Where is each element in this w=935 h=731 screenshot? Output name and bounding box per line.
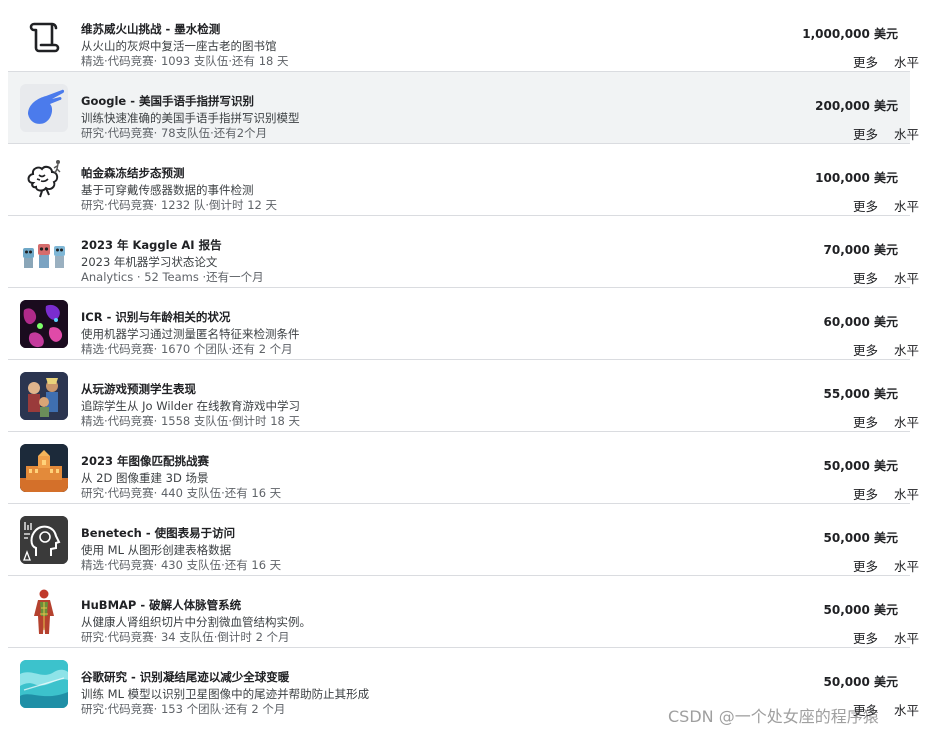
more-button[interactable]: 更多 <box>853 52 878 71</box>
competition-meta: 研究·代码竞赛· 34 支队伍·倒计时 2 个月 <box>81 630 290 644</box>
prize-amount: 50,000 美元 <box>823 459 899 473</box>
level-button[interactable]: 水平 <box>894 700 919 719</box>
cells-icon <box>20 300 68 348</box>
head-icon <box>20 516 68 564</box>
more-button[interactable]: 更多 <box>853 412 878 431</box>
more-button[interactable]: 更多 <box>853 196 878 215</box>
level-button[interactable]: 水平 <box>894 52 919 71</box>
level-button[interactable]: 水平 <box>894 196 919 215</box>
list-item[interactable]: 2023 年 Kaggle AI 报告 2023 年机器学习状态论文 Analy… <box>8 216 919 288</box>
level-button[interactable]: 水平 <box>894 556 919 575</box>
competition-title[interactable]: HuBMAP - 破解人体脉管系统 <box>81 597 241 613</box>
list-item[interactable]: 2023 年图像匹配挑战赛 从 2D 图像重建 3D 场景 研究·代码竞赛· 4… <box>8 432 919 504</box>
list-item[interactable]: Benetech - 使图表易于访问 使用 ML 从图形创建表格数据 精选·代码… <box>8 504 919 576</box>
competition-title[interactable]: 从玩游戏预测学生表现 <box>81 381 196 397</box>
competition-title[interactable]: 谷歌研究 - 识别凝结尾迹以减少全球变暖 <box>81 669 289 685</box>
level-button[interactable]: 水平 <box>894 412 919 431</box>
robots-icon <box>20 228 68 276</box>
level-button[interactable]: 水平 <box>894 268 919 287</box>
hand-icon <box>20 84 68 132</box>
competition-title[interactable]: 2023 年 Kaggle AI 报告 <box>81 237 222 253</box>
prize-amount: 60,000 美元 <box>823 315 899 329</box>
prize-amount: 70,000 美元 <box>823 243 899 257</box>
competition-meta: 研究·代码竞赛· 153 个团队·还有 2 个月 <box>81 702 286 716</box>
competition-meta: 精选·代码竞赛· 430 支队伍·还有 16 天 <box>81 558 282 572</box>
building-icon <box>20 444 68 492</box>
level-button[interactable]: 水平 <box>894 628 919 647</box>
list-item[interactable]: 维苏威火山挑战 - 墨水检测 从火山的灰烬中复活一座古老的图书馆 精选·代码竞赛… <box>8 0 919 72</box>
satellite-icon <box>20 660 68 708</box>
competition-meta: 精选·代码竞赛· 1093 支队伍·还有 18 天 <box>81 54 289 68</box>
prize-amount: 200,000 美元 <box>815 99 898 113</box>
competition-description: 使用 ML 从图形创建表格数据 <box>81 543 232 557</box>
level-button[interactable]: 水平 <box>894 340 919 359</box>
competition-description: 训练 ML 模型以识别卫星图像中的尾迹并帮助防止其形成 <box>81 687 370 701</box>
list-item[interactable]: ICR - 识别与年龄相关的状况 使用机器学习通过测量匿名特征来检测条件 精选·… <box>8 288 919 360</box>
competition-meta: 研究·代码竞赛· 78支队伍·还有2个月 <box>81 126 268 140</box>
competition-description: 从 2D 图像重建 3D 场景 <box>81 471 209 485</box>
list-item[interactable]: HuBMAP - 破解人体脉管系统 从健康人肾组织切片中分割微血管结构实例。 研… <box>8 576 919 648</box>
more-button[interactable]: 更多 <box>853 340 878 359</box>
list-item[interactable]: Google - 美国手语手指拼写识别 训练快速准确的美国手语手指拼写识别模型 … <box>8 72 919 144</box>
prize-amount: 50,000 美元 <box>823 675 899 689</box>
prize-amount: 1,000,000 美元 <box>802 27 898 41</box>
watermark: CSDN @一个处女座的程序猿 <box>668 707 879 726</box>
competition-meta: 研究·代码竞赛· 440 支队伍·还有 16 天 <box>81 486 282 500</box>
list-item[interactable]: 帕金森冻结步态预测 基于可穿戴传感器数据的事件检测 研究·代码竞赛· 1232 … <box>8 144 919 216</box>
more-button[interactable]: 更多 <box>853 556 878 575</box>
prize-amount: 50,000 美元 <box>823 603 899 617</box>
brain-icon <box>20 156 68 204</box>
more-button[interactable]: 更多 <box>853 124 878 143</box>
competition-description: 基于可穿戴传感器数据的事件检测 <box>81 183 254 197</box>
more-button[interactable]: 更多 <box>853 268 878 287</box>
competition-title[interactable]: ICR - 识别与年龄相关的状况 <box>81 309 230 325</box>
level-button[interactable]: 水平 <box>894 124 919 143</box>
competition-title[interactable]: Google - 美国手语手指拼写识别 <box>81 93 254 109</box>
competition-title[interactable]: 维苏威火山挑战 - 墨水检测 <box>81 21 220 37</box>
body-icon <box>20 588 68 636</box>
competition-list: 维苏威火山挑战 - 墨水检测 从火山的灰烬中复活一座古老的图书馆 精选·代码竞赛… <box>8 0 919 720</box>
level-button[interactable]: 水平 <box>894 484 919 503</box>
competition-description: 追踪学生从 Jo Wilder 在线教育游戏中学习 <box>81 399 301 413</box>
competition-meta: 精选·代码竞赛· 1558 支队伍·倒计时 18 天 <box>81 414 300 428</box>
competition-title[interactable]: 帕金森冻结步态预测 <box>81 165 185 181</box>
competition-title[interactable]: 2023 年图像匹配挑战赛 <box>81 453 209 469</box>
competition-description: 使用机器学习通过测量匿名特征来检测条件 <box>81 327 300 341</box>
competition-description: 从火山的灰烬中复活一座古老的图书馆 <box>81 39 277 53</box>
list-item[interactable]: 从玩游戏预测学生表现 追踪学生从 Jo Wilder 在线教育游戏中学习 精选·… <box>8 360 919 432</box>
competition-meta: 研究·代码竞赛· 1232 队·倒计时 12 天 <box>81 198 277 212</box>
prize-amount: 55,000 美元 <box>823 387 899 401</box>
prize-amount: 100,000 美元 <box>815 171 898 185</box>
competition-description: 2023 年机器学习状态论文 <box>81 255 218 269</box>
scroll-icon <box>20 12 68 60</box>
competition-meta: Analytics · 52 Teams ·还有一个月 <box>81 270 264 284</box>
more-button[interactable]: 更多 <box>853 628 878 647</box>
prize-amount: 50,000 美元 <box>823 531 899 545</box>
competition-title[interactable]: Benetech - 使图表易于访问 <box>81 525 235 541</box>
more-button[interactable]: 更多 <box>853 484 878 503</box>
competition-description: 从健康人肾组织切片中分割微血管结构实例。 <box>81 615 311 629</box>
competition-meta: 精选·代码竞赛· 1670 个团队·还有 2 个月 <box>81 342 293 356</box>
game-icon <box>20 372 68 420</box>
competition-description: 训练快速准确的美国手语手指拼写识别模型 <box>81 111 300 125</box>
